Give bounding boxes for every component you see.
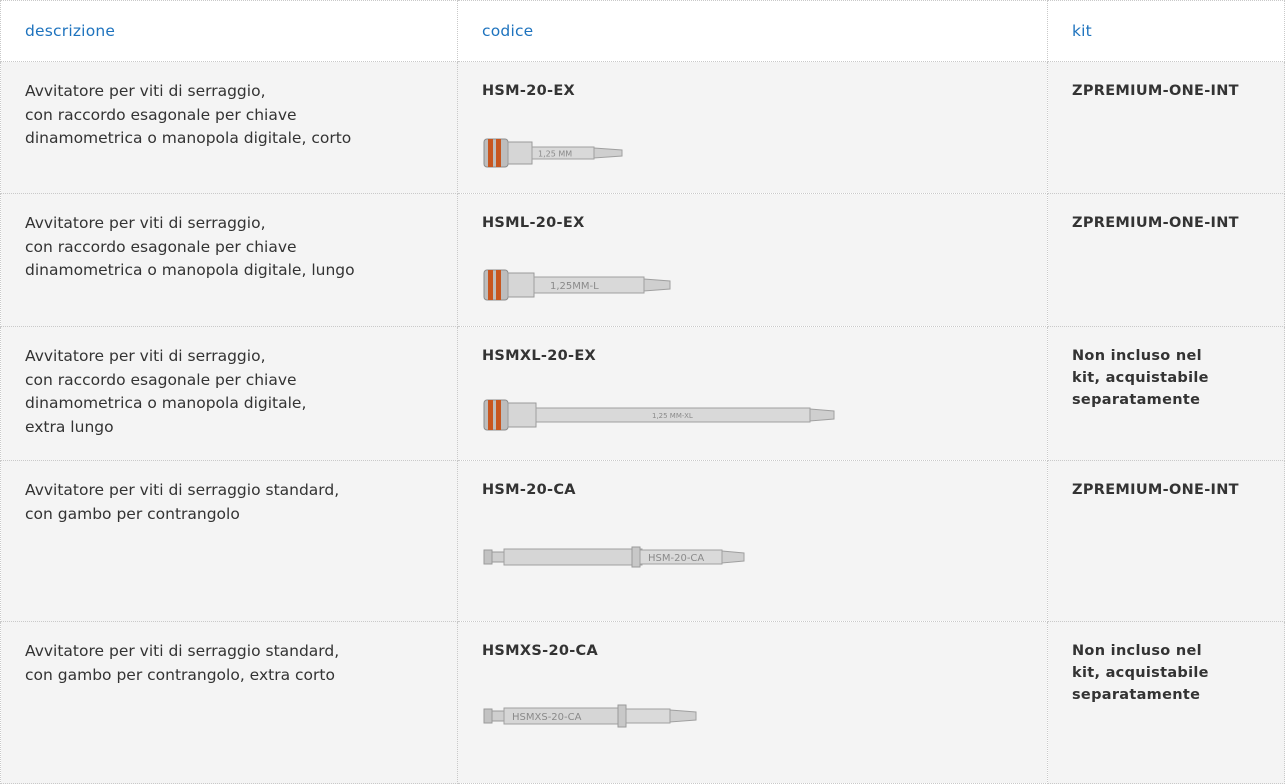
table-row: Avvitatore per viti di serraggio, con ra… <box>0 61 1285 194</box>
description-line: Avvitatore per viti di serraggio, <box>25 82 266 100</box>
product-code: HSM-20-EX <box>482 83 576 99</box>
description-cell: Avvitatore per viti di serraggio, con ra… <box>0 61 458 194</box>
code-cell: HSM-20-CA HSM-20-CA <box>457 460 1048 622</box>
code-cell: HSML-20-EX 1,25MM-L <box>457 193 1048 327</box>
kit-line: ZPREMIUM-ONE-INT <box>1072 482 1239 498</box>
description-cell: Avvitatore per viti di serraggio standar… <box>0 621 458 784</box>
description-line: con raccordo esagonale per chiave <box>25 105 297 124</box>
description-line: dinamometrica o manopola digitale, <box>25 394 307 412</box>
description-line: dinamometrica o manopola digitale, lungo <box>25 261 355 279</box>
code-cell: HSM-20-EX 1,25 MM <box>457 61 1048 194</box>
kit-line: ZPREMIUM-ONE-INT <box>1072 215 1239 231</box>
description-line: Avvitatore per viti di serraggio standar… <box>25 481 340 499</box>
kit-line: separatamente <box>1072 687 1201 703</box>
tool-marking: HSMXS-20-CA <box>512 712 582 723</box>
table-row: Avvitatore per viti di serraggio, con ra… <box>0 326 1285 461</box>
description-cell: Avvitatore per viti di serraggio, con ra… <box>0 326 458 461</box>
code-cell: HSMXS-20-CA HSMXS-20-CA <box>457 621 1048 784</box>
description-line: con raccordo esagonale per chiave <box>25 370 297 389</box>
description-line: con raccordo esagonale per chiave <box>25 237 297 256</box>
kit-line: kit, acquistabile <box>1072 665 1209 681</box>
description-cell: Avvitatore per viti di serraggio standar… <box>0 460 458 622</box>
description-line: extra lungo <box>25 417 114 436</box>
kit-cell: ZPREMIUM-ONE-INT <box>1047 460 1285 622</box>
description-line: con gambo per contrangolo, extra corto <box>25 665 335 684</box>
driver-tool-image: 1,25MM-L <box>483 269 671 301</box>
kit-line: kit, acquistabile <box>1072 370 1209 386</box>
table-row: Avvitatore per viti di serraggio standar… <box>0 460 1285 622</box>
driver-tool-image: HSM-20-CA <box>483 546 745 568</box>
table-row: Avvitatore per viti di serraggio, con ra… <box>0 193 1285 327</box>
kit-cell: Non incluso nel kit, acquistabile separa… <box>1047 621 1285 784</box>
kit-line: Non incluso nel <box>1072 348 1202 364</box>
tool-marking: 1,25 MM <box>538 150 572 159</box>
description-line: con gambo per contrangolo <box>25 504 240 523</box>
header-description: descrizione <box>0 0 458 62</box>
tool-marking: HSM-20-CA <box>648 553 704 564</box>
description-cell: Avvitatore per viti di serraggio, con ra… <box>0 193 458 327</box>
driver-tool-image: 1,25 MM-XL <box>483 399 835 431</box>
kit-cell: ZPREMIUM-ONE-INT <box>1047 193 1285 327</box>
product-code: HSMXS-20-CA <box>482 643 599 659</box>
products-table: descrizione codice kit Avvitatore per vi… <box>0 0 1285 784</box>
kit-cell: Non incluso nel kit, acquistabile separa… <box>1047 326 1285 461</box>
header-kit: kit <box>1047 0 1285 62</box>
kit-line: separatamente <box>1072 392 1201 408</box>
kit-line: Non incluso nel <box>1072 643 1202 659</box>
kit-line: ZPREMIUM-ONE-INT <box>1072 83 1239 99</box>
product-code: HSMXL-20-EX <box>482 348 597 364</box>
header-code: codice <box>457 0 1048 62</box>
product-code: HSML-20-EX <box>482 215 585 231</box>
description-line: Avvitatore per viti di serraggio, <box>25 214 266 232</box>
kit-cell: ZPREMIUM-ONE-INT <box>1047 61 1285 194</box>
driver-tool-image: 1,25 MM <box>483 138 623 168</box>
tool-marking: 1,25MM-L <box>550 281 599 292</box>
description-line: dinamometrica o manopola digitale, corto <box>25 129 352 147</box>
table-header-row: descrizione codice kit <box>0 0 1285 62</box>
tool-marking: 1,25 MM-XL <box>652 412 693 420</box>
product-code: HSM-20-CA <box>482 482 576 498</box>
description-line: Avvitatore per viti di serraggio, <box>25 347 266 365</box>
code-cell: HSMXL-20-EX 1,25 MM-XL <box>457 326 1048 461</box>
table-row: Avvitatore per viti di serraggio standar… <box>0 621 1285 784</box>
driver-tool-image: HSMXS-20-CA <box>483 704 697 728</box>
description-line: Avvitatore per viti di serraggio standar… <box>25 642 340 660</box>
